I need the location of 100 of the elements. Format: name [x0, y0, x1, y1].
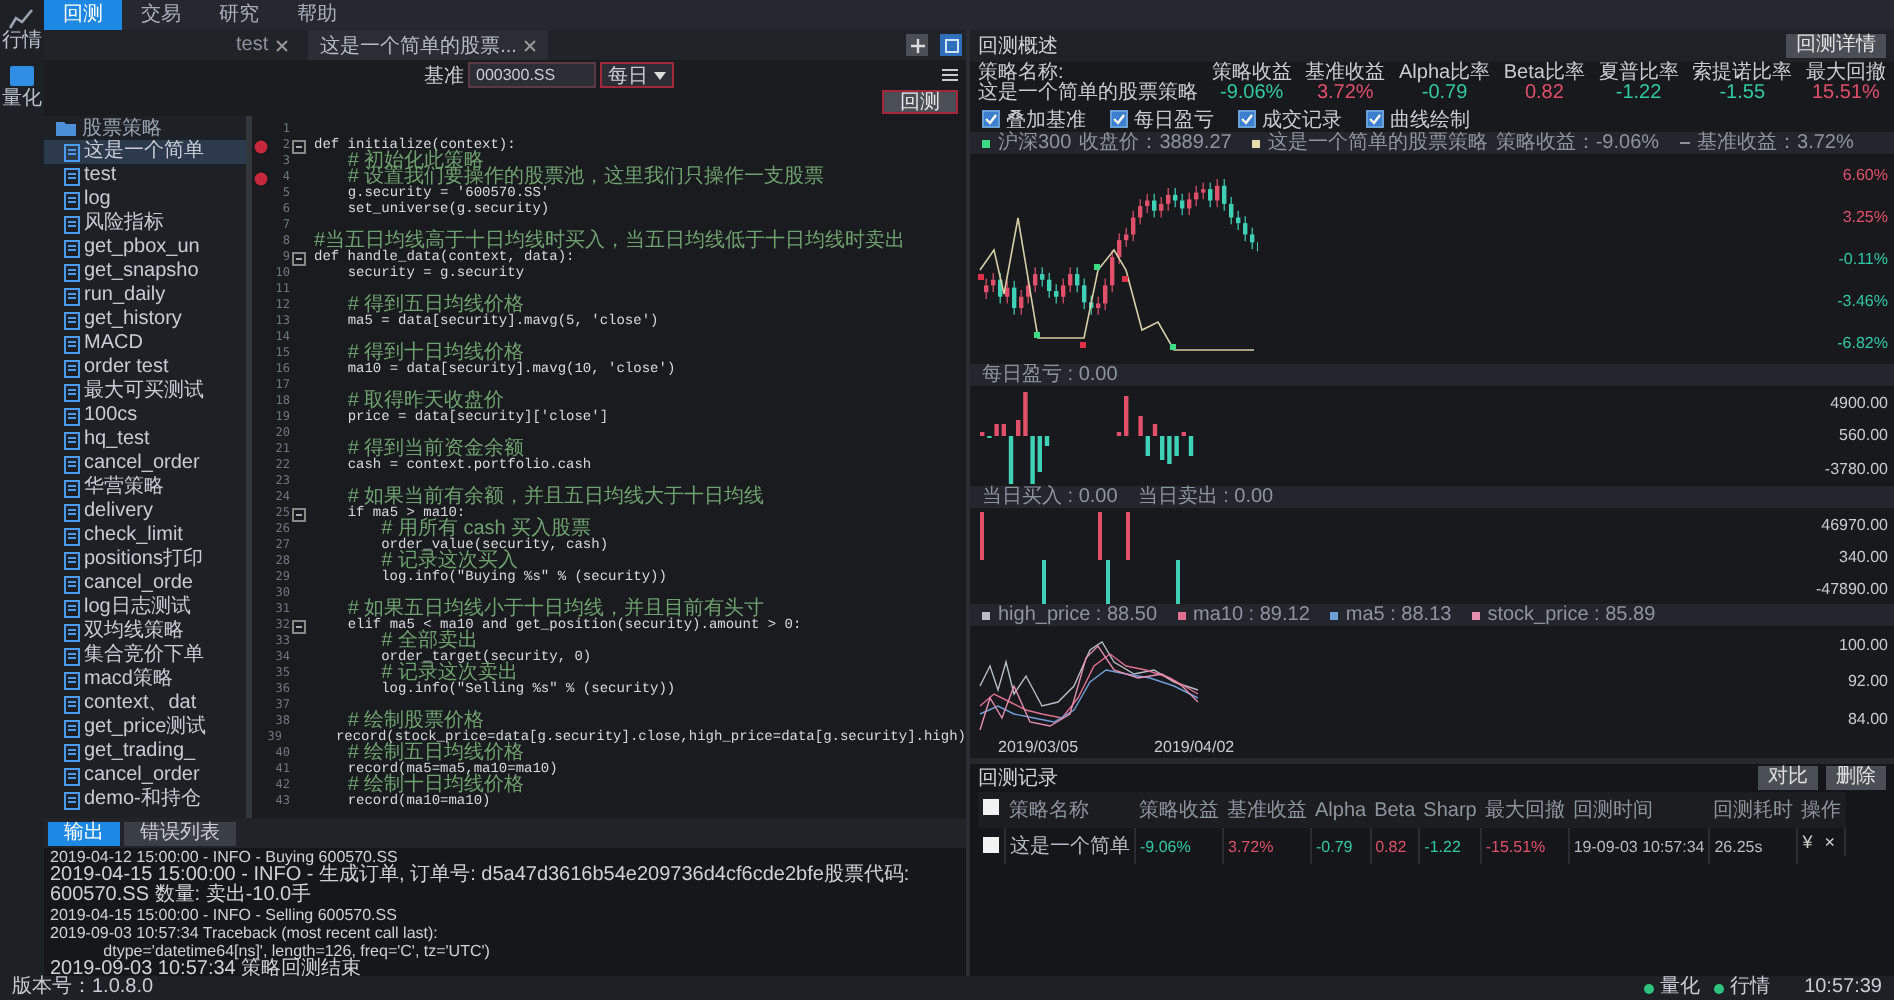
file-icon — [64, 743, 80, 761]
column-header: 最大回撤 — [1480, 792, 1569, 828]
file-item[interactable]: 100cs — [44, 404, 246, 428]
file-icon — [64, 143, 80, 161]
file-item[interactable]: test — [44, 164, 246, 188]
file-icon — [64, 647, 80, 665]
file-item[interactable]: cancel_order — [44, 764, 246, 788]
table-cell: 19-09-03 10:57:34 — [1568, 828, 1710, 864]
file-item[interactable]: get_pbox_un — [44, 236, 246, 260]
column-header: Alpha — [1311, 792, 1371, 828]
code-comment: # 初始化此策略 — [347, 154, 485, 170]
output-tab[interactable]: 输出 — [48, 821, 120, 845]
panel-title: 回测记录 — [978, 765, 1058, 792]
file-item[interactable]: 华营策略 — [44, 476, 246, 500]
column-header: 基准收益 — [1223, 792, 1311, 828]
table-cell: 这是一个简单 — [1005, 828, 1135, 864]
fold-icon[interactable] — [292, 251, 306, 265]
log-line: 2019-09-03 10:57:34 Traceback (most recent call last): — [50, 924, 440, 942]
code-comment: # 用所有 cash 买入股票 — [381, 522, 592, 538]
file-item[interactable]: macd策略 — [44, 668, 246, 692]
option-label[interactable]: 每日盈亏 — [1134, 105, 1214, 133]
record-action-button[interactable]: 对比 — [1758, 766, 1818, 790]
layout-button[interactable] — [940, 34, 962, 56]
metric-label: 策略名称: — [978, 64, 1064, 84]
add-button[interactable] — [906, 34, 928, 56]
file-item[interactable]: delivery — [44, 500, 246, 524]
sidebar-label[interactable]: 行情 — [2, 30, 42, 52]
file-item[interactable]: 集合竞价下单 — [44, 644, 246, 668]
metric-label: 夏普比率 — [1598, 64, 1679, 84]
metric-value: -9.06% — [1219, 84, 1284, 104]
code-comment: # 得到当前资金余额 — [347, 442, 525, 458]
clock-time: 10:57:39 — [1804, 976, 1882, 1000]
file-icon — [64, 263, 80, 281]
fold-icon[interactable] — [292, 139, 306, 153]
close-icon[interactable] — [524, 39, 537, 51]
buy-marker — [1094, 264, 1100, 270]
file-item[interactable]: MACD — [44, 332, 246, 356]
chart-icon[interactable] — [8, 6, 36, 30]
option-label[interactable]: 成交记录 — [1262, 105, 1342, 133]
file-icon — [64, 407, 80, 425]
checkbox[interactable] — [982, 798, 1000, 816]
file-item[interactable]: cancel_orde — [44, 572, 246, 596]
checkbox[interactable] — [982, 110, 1000, 128]
breakpoint-icon[interactable] — [253, 171, 267, 185]
file-item[interactable]: get_trading_ — [44, 740, 246, 764]
file-item[interactable]: 最大可买测试 — [44, 380, 246, 404]
file-item[interactable]: cancel_order — [44, 452, 246, 476]
option-label[interactable]: 叠加基准 — [1006, 105, 1086, 133]
checkbox[interactable] — [1110, 110, 1128, 128]
axis-label: 46970.00 — [1821, 515, 1888, 533]
legend-name: 这是一个简单的股票策略 — [1267, 132, 1488, 154]
record-action-button[interactable]: 删除 — [1826, 766, 1886, 790]
menu-icon[interactable] — [942, 68, 958, 82]
file-item[interactable]: 风险指标 — [44, 212, 246, 236]
breakpoint-icon[interactable] — [253, 139, 267, 153]
file-item[interactable]: 双均线策略 — [44, 620, 246, 644]
buy-marker — [1170, 344, 1176, 350]
checkbox[interactable] — [1238, 110, 1256, 128]
checkbox[interactable] — [982, 835, 1000, 853]
frequency-dropdown[interactable]: 每日 — [600, 62, 674, 88]
file-icon — [64, 167, 80, 185]
code-comment: # 如果五日均线小于十日均线，并且目前有头寸 — [347, 602, 765, 618]
file-item[interactable]: log — [44, 188, 246, 212]
run-backtest-button[interactable]: 回测 — [882, 90, 958, 114]
checkbox[interactable] — [1366, 110, 1384, 128]
file-item[interactable]: positions打印 — [44, 548, 246, 572]
file-item[interactable]: get_price测试 — [44, 716, 246, 740]
file-item[interactable]: get_history — [44, 308, 246, 332]
file-item[interactable]: check_limit — [44, 524, 246, 548]
metric-label: 最大回撤 — [1805, 64, 1886, 84]
nav-tab[interactable]: 帮助 — [278, 0, 356, 30]
nav-tab[interactable]: 回测 — [44, 0, 122, 30]
fold-icon[interactable] — [292, 619, 306, 633]
fold-icon[interactable] — [292, 507, 306, 521]
status-label: 行情 — [1730, 976, 1771, 1000]
square-icon[interactable] — [8, 64, 36, 88]
sidebar-label[interactable]: 量化 — [2, 88, 42, 110]
details-button[interactable]: 回测详情 — [1786, 34, 1886, 58]
file-item[interactable]: context、dat — [44, 692, 246, 716]
row-action-button[interactable]: × — [1824, 832, 1836, 852]
file-item[interactable]: run_daily — [44, 284, 246, 308]
file-item[interactable]: get_snapsho — [44, 260, 246, 284]
axis-label: -6.82% — [1837, 334, 1888, 352]
sell-marker — [1080, 342, 1086, 348]
nav-tab[interactable]: 交易 — [122, 0, 200, 30]
benchmark-field[interactable]: 000300.SS — [468, 62, 596, 88]
editor-tab[interactable]: test — [224, 30, 301, 60]
option-label[interactable]: 曲线绘制 — [1390, 105, 1470, 133]
file-item[interactable]: order test — [44, 356, 246, 380]
editor-tab[interactable]: 这是一个简单的股票... — [308, 30, 549, 60]
file-item[interactable]: hq_test — [44, 428, 246, 452]
output-tab[interactable]: 错误列表 — [124, 821, 236, 845]
file-item[interactable]: 这是一个简单 — [44, 140, 246, 164]
nav-tab[interactable]: 研究 — [200, 0, 278, 30]
row-action-button[interactable]: ¥ — [1802, 832, 1813, 852]
file-item[interactable]: demo-和持仓 — [44, 788, 246, 812]
folder-label[interactable]: 股票策略 — [82, 116, 162, 142]
axis-label: 84.00 — [1847, 710, 1888, 729]
close-icon[interactable] — [276, 39, 289, 51]
file-item[interactable]: log日志测试 — [44, 596, 246, 620]
